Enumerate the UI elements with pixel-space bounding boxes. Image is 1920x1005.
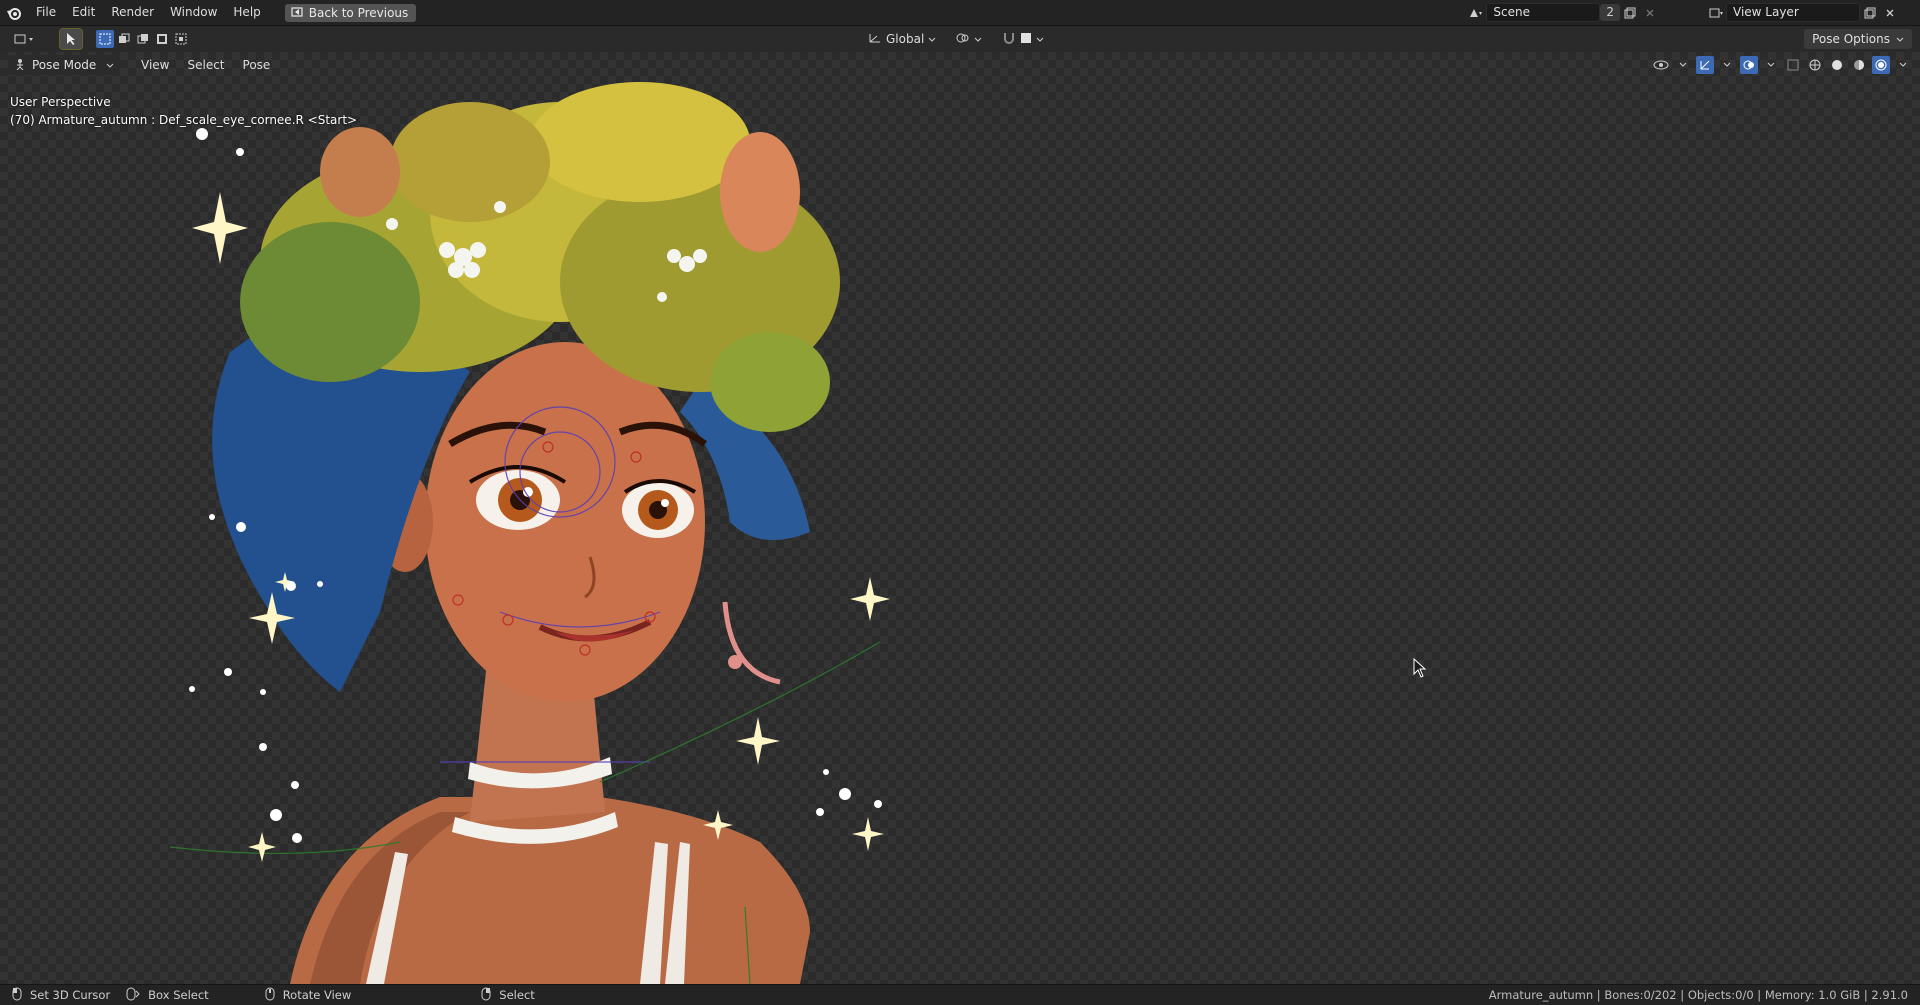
select-extend-icon[interactable] [115, 30, 133, 48]
mouse-middle-icon [265, 987, 275, 1004]
chevron-down-icon [1896, 32, 1904, 46]
overlays-toggle-icon[interactable] [1740, 56, 1758, 74]
solid-shading-icon[interactable] [1828, 56, 1846, 74]
select-new-icon[interactable] [96, 30, 114, 48]
chevron-down-icon [974, 32, 982, 46]
select-tool-icon[interactable] [59, 28, 83, 50]
character-render [169, 82, 890, 984]
status-hint-box-label: Box Select [148, 988, 209, 1002]
chevron-down-icon [1036, 32, 1044, 46]
pivot-icon [956, 32, 970, 47]
gizmo-toggle-icon[interactable] [1696, 56, 1714, 74]
viewport-menu-select[interactable]: Select [178, 58, 233, 72]
selection-mode-group [96, 30, 190, 48]
back-arrow-icon [291, 6, 303, 20]
orientation-icon [868, 32, 882, 47]
select-intersect-icon[interactable] [172, 30, 190, 48]
interaction-mode-dropdown[interactable]: Pose Mode [8, 55, 120, 75]
transform-orientation-label: Global [886, 32, 925, 46]
status-hint-select-label: Select [499, 988, 535, 1002]
transform-controls: Global [862, 29, 1050, 49]
snap-dropdown[interactable] [996, 29, 1050, 49]
viewport-menu-pose[interactable]: Pose [234, 58, 280, 72]
snap-target-icon [1020, 32, 1032, 47]
menu-edit[interactable]: Edit [64, 0, 103, 25]
view-layer-selector: View Layer [1706, 3, 1900, 22]
status-hint-cursor: Set 3D Cursor [12, 987, 110, 1004]
select-subtract-icon[interactable] [134, 30, 152, 48]
view-layer-browse-icon[interactable] [1706, 3, 1726, 22]
chevron-down-icon[interactable] [1718, 56, 1736, 74]
top-bar: File Edit Render Window Help Back to Pre… [0, 0, 1920, 26]
xray-toggle-icon[interactable] [1784, 56, 1802, 74]
delete-scene-icon[interactable] [1640, 3, 1660, 22]
transform-orientation-dropdown[interactable]: Global [862, 29, 942, 49]
back-to-previous-button[interactable]: Back to Previous [284, 3, 417, 22]
rendered-shading-icon[interactable] [1872, 56, 1890, 74]
status-hint-cursor-label: Set 3D Cursor [30, 988, 111, 1002]
pose-mode-icon [14, 58, 26, 73]
status-hint-rotate-label: Rotate View [282, 988, 352, 1002]
interaction-mode-label: Pose Mode [32, 58, 97, 72]
menu-render[interactable]: Render [103, 0, 162, 25]
chevron-down-icon [106, 58, 114, 72]
visibility-eye-icon[interactable] [1652, 56, 1670, 74]
new-view-layer-icon[interactable] [1860, 3, 1880, 22]
back-to-previous-label: Back to Previous [308, 5, 409, 20]
material-shading-icon[interactable] [1850, 56, 1868, 74]
chevron-down-icon [928, 32, 936, 46]
status-hint-rotate: Rotate View [265, 987, 352, 1004]
wireframe-shading-icon[interactable] [1806, 56, 1824, 74]
pose-options-label: Pose Options [1812, 32, 1890, 46]
view-layer-field[interactable]: View Layer [1726, 3, 1860, 22]
scene-statistics: Armature_autumn | Bones:0/202 | Objects:… [1488, 988, 1908, 1002]
scene-browse-icon[interactable] [1466, 3, 1486, 22]
blender-logo-icon[interactable] [0, 0, 28, 25]
viewport-perspective-label: User Perspective [10, 95, 111, 109]
menu-window[interactable]: Window [162, 0, 225, 25]
pose-options-dropdown[interactable]: Pose Options [1804, 29, 1912, 49]
viewport-menu-view[interactable]: View [132, 58, 178, 72]
mouse-left-icon [12, 987, 22, 1004]
mouse-drag-icon [126, 987, 140, 1004]
new-scene-icon[interactable] [1620, 3, 1640, 22]
viewport-shading-tools [1652, 55, 1912, 75]
status-hint-box: Box Select [126, 987, 209, 1004]
magnet-icon [1002, 32, 1016, 47]
pivot-point-dropdown[interactable] [950, 29, 988, 49]
delete-view-layer-icon[interactable] [1880, 3, 1900, 22]
scene-name-field[interactable]: Scene [1486, 3, 1601, 22]
mouse-right-icon [481, 987, 491, 1004]
active-object-label: (70) Armature_autumn : Def_scale_eye_cor… [10, 113, 358, 127]
3d-viewport[interactable]: Pose Mode View Select Pose User Perspect… [0, 52, 1920, 984]
mouse-cursor-icon [1413, 657, 1427, 681]
menu-help[interactable]: Help [225, 0, 268, 25]
status-bar: Set 3D Cursor Box Select Rotate View Sel… [0, 984, 1920, 1005]
scene-users-count: 2 [1600, 4, 1620, 21]
scene-selector: Scene 2 [1466, 3, 1660, 22]
chevron-down-icon[interactable] [1894, 56, 1912, 74]
chevron-down-icon[interactable] [1674, 56, 1692, 74]
editor-type-icon[interactable] [10, 29, 40, 49]
select-invert-icon[interactable] [153, 30, 171, 48]
chevron-down-icon[interactable] [1762, 56, 1780, 74]
viewport-header: Pose Mode View Select Pose [0, 52, 1920, 78]
status-hint-select: Select [481, 987, 535, 1004]
menu-file[interactable]: File [28, 0, 64, 25]
